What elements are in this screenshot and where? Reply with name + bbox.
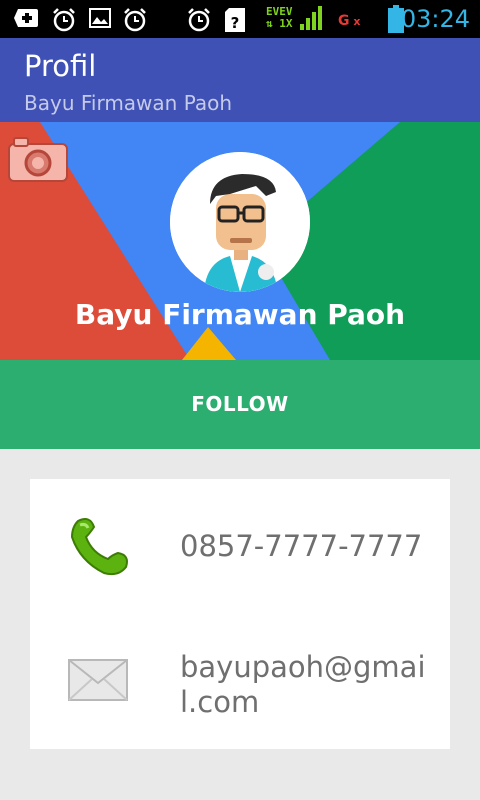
profile-name: Bayu Firmawan Paoh [74, 298, 406, 331]
phone-number: 0857-7777-7777 [180, 529, 423, 563]
alarm-icon [188, 8, 210, 32]
sd-card-question-icon: ? [225, 8, 245, 32]
data-type-label: G x [338, 13, 361, 29]
contact-row-email[interactable]: bayupaoh@gmail.com [30, 629, 450, 749]
alarm-icon [53, 8, 75, 32]
svg-text:?: ? [231, 14, 240, 32]
email-icon [68, 659, 128, 701]
status-time: 03:24 [400, 5, 470, 33]
contact-row-phone[interactable]: 0857-7777-7777 [30, 499, 450, 629]
status-bar: ? EVEV ⇅ 1X G x 03:24 [0, 0, 480, 38]
follow-button[interactable]: FOLLOW [0, 360, 480, 449]
add-icon [14, 9, 38, 27]
phone-icon [70, 518, 128, 576]
alarm-icon [124, 8, 146, 32]
avatar-illustration [170, 152, 310, 292]
image-icon [89, 8, 111, 28]
profile-header: Bayu Firmawan Paoh [0, 122, 480, 360]
email-address: bayupaoh@gmail.com [180, 650, 426, 719]
contact-card: 0857-7777-7777 bayupaoh@gmail.com [30, 479, 450, 749]
camera-icon[interactable] [8, 136, 68, 182]
signal-icon [300, 6, 322, 30]
app-bar: Profil Bayu Firmawan Paoh [0, 38, 480, 122]
network-sub-label: ⇅ 1X [266, 17, 293, 30]
avatar[interactable] [170, 152, 310, 292]
network-type-label: EVEV [266, 5, 293, 18]
page-subtitle: Bayu Firmawan Paoh [24, 91, 233, 115]
page-title: Profil [24, 49, 97, 83]
